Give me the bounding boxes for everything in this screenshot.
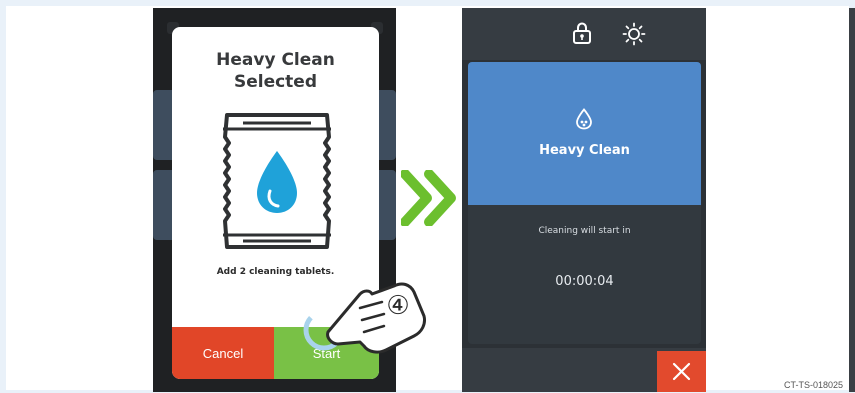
dialog-title-line2: Selected xyxy=(233,72,318,92)
step-number: ④ xyxy=(386,291,409,321)
page-edge xyxy=(849,8,855,392)
countdown-timer: 00:00:04 xyxy=(555,274,614,289)
close-icon xyxy=(672,362,691,381)
next-step-double-chevron-icon xyxy=(401,170,456,226)
figure-code: CT-TS-018025 xyxy=(784,380,844,390)
cleaning-tablet-packet-icon xyxy=(223,113,331,249)
cancel-button[interactable]: Cancel xyxy=(172,327,274,379)
oven-screen-status: Heavy Clean Cleaning will start in 00:00… xyxy=(462,8,706,392)
hand-pointer-icon: ④ xyxy=(303,282,426,354)
water-drop-icon xyxy=(576,108,592,130)
status-topbar xyxy=(462,8,706,60)
close-button[interactable] xyxy=(657,351,706,392)
program-status-card: Heavy Clean Cleaning will start in 00:00… xyxy=(468,62,701,344)
program-header: Heavy Clean xyxy=(468,62,701,205)
program-name: Heavy Clean xyxy=(539,143,630,158)
dialog-title-line1: Heavy Clean xyxy=(216,50,335,70)
countdown-label: Cleaning will start in xyxy=(538,226,631,236)
brightness-icon[interactable] xyxy=(622,22,646,46)
lock-icon[interactable] xyxy=(572,22,592,44)
